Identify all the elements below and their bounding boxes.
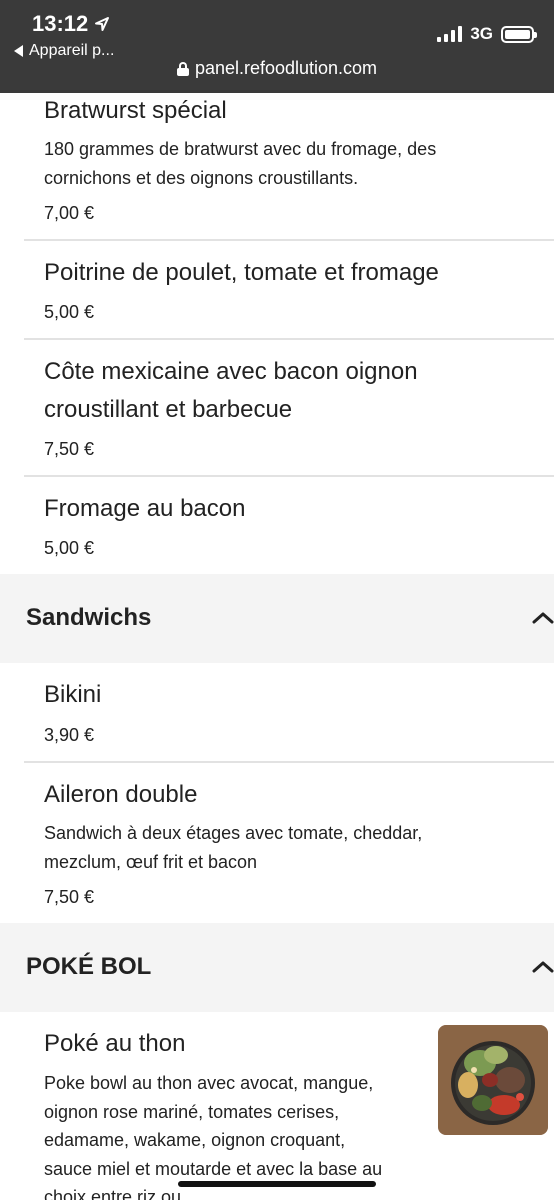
item-name: Bikini bbox=[44, 681, 102, 708]
item-price: 7,00 € bbox=[44, 203, 95, 223]
item-name: Poké au thon bbox=[44, 1030, 186, 1057]
divider bbox=[24, 338, 554, 340]
section-title: Sandwichs bbox=[26, 604, 152, 631]
poke-bowl-image bbox=[438, 1025, 548, 1135]
url-bar[interactable]: panel.refoodlution.com bbox=[0, 58, 554, 79]
section-header-poke-bol[interactable]: POKÉ BOL bbox=[0, 923, 554, 1012]
section-header-sandwichs[interactable]: Sandwichs bbox=[0, 574, 554, 663]
item-price: 5,00 € bbox=[44, 302, 95, 322]
chevron-up-icon[interactable] bbox=[532, 959, 554, 973]
status-time-group: 13:12 bbox=[32, 11, 110, 37]
divider bbox=[24, 239, 554, 241]
item-name: Fromage au bacon bbox=[44, 495, 246, 522]
item-price: 7,50 € bbox=[44, 887, 95, 907]
lock-icon bbox=[176, 61, 189, 76]
url-text: panel.refoodlution.com bbox=[194, 58, 378, 78]
network-type: 3G bbox=[470, 24, 493, 43]
divider bbox=[24, 761, 554, 763]
status-bar: 13:12 Appareil p... 3G panel.refoodlutio… bbox=[0, 0, 554, 93]
item-description: 180 grammes de bratwurst avec du fromage… bbox=[44, 139, 437, 188]
location-arrow-icon bbox=[95, 17, 110, 31]
item-name: Aileron double bbox=[44, 781, 198, 808]
chevron-up-icon[interactable] bbox=[532, 610, 554, 624]
item-price: 3,90 € bbox=[44, 725, 95, 745]
divider bbox=[24, 475, 554, 477]
item-name: Côte mexicaine avec bacon oignon crousti… bbox=[44, 358, 418, 423]
section-title: POKÉ BOL bbox=[26, 953, 152, 980]
item-name: Bratwurst spécial bbox=[44, 97, 227, 124]
item-price: 7,50 € bbox=[44, 439, 95, 459]
item-price: 5,00 € bbox=[44, 538, 95, 558]
status-time: 13:12 bbox=[32, 11, 89, 36]
item-name: Poitrine de poulet, tomate et fromage bbox=[44, 259, 439, 286]
signal-icon bbox=[437, 26, 463, 42]
home-indicator[interactable] bbox=[178, 1181, 376, 1187]
back-arrow-icon bbox=[14, 45, 23, 57]
battery-icon bbox=[501, 25, 537, 43]
status-indicators: 3G bbox=[437, 24, 537, 44]
item-description: Sandwich à deux étages avec tomate, ched… bbox=[44, 823, 423, 872]
